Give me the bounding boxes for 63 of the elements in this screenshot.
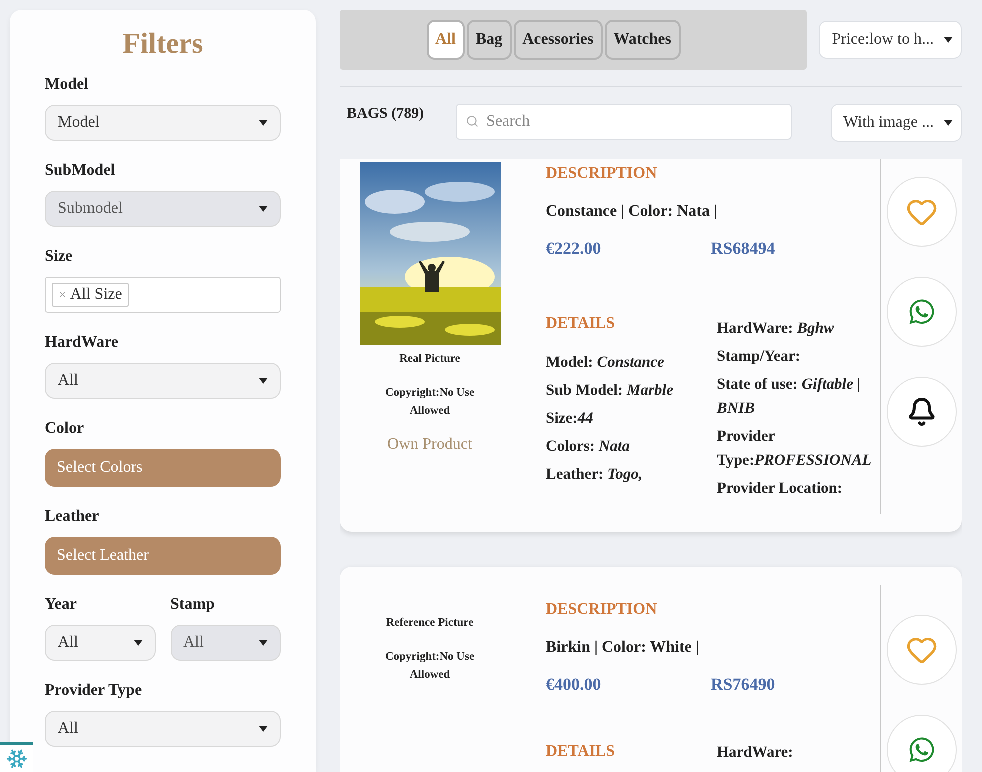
price-rs: RS68494 <box>711 239 776 259</box>
caret-icon <box>259 206 268 212</box>
category-tab[interactable]: Watches <box>604 20 680 60</box>
caret-icon <box>259 378 268 384</box>
detail-text: State of use: Giftable | BNIB <box>717 375 862 419</box>
ownership-label: Own Product <box>388 436 472 454</box>
detail-text: HardWare: Bghw <box>717 319 836 339</box>
filter-label: SubModel <box>45 161 116 181</box>
section-heading: DETAILS <box>546 315 616 333</box>
filter-label: Year <box>45 595 78 615</box>
picture-label: Reference Picture <box>385 616 475 631</box>
filter-label: HardWare <box>45 333 120 353</box>
caret-icon <box>944 37 953 43</box>
price-rs: RS76490 <box>711 675 776 695</box>
chat-bubble-icon <box>908 736 936 764</box>
detail-text: HardWare: <box>717 743 794 763</box>
detail-text: Leather: Togo, <box>546 465 644 485</box>
tag-label: All Size <box>70 286 122 304</box>
detail-text: Model: Constance <box>546 353 666 373</box>
detail-text: Colors: Nata <box>546 437 631 457</box>
filter-label: Model <box>45 75 90 95</box>
category-tab[interactable]: Bag <box>466 20 512 60</box>
select-field[interactable]: Model <box>45 105 281 141</box>
section-heading: DESCRIPTION <box>546 601 658 619</box>
section-heading: DESCRIPTION <box>546 165 658 183</box>
picture-label: Real Picture <box>398 352 462 367</box>
result-count: BAGS (789) <box>346 105 426 123</box>
filter-label: Stamp <box>170 595 216 615</box>
product-title: Birkin | Color: White | <box>546 639 700 657</box>
filter-label: Color <box>45 419 86 439</box>
filter-label: Leather <box>45 507 100 527</box>
section-heading: DETAILS <box>546 743 616 761</box>
copyright-note: Copyright:No Use Allowed <box>384 386 476 419</box>
snowflake-icon <box>6 748 28 770</box>
chat-widget[interactable] <box>0 742 33 772</box>
filter-label: Provider Type <box>45 681 144 701</box>
caret-icon <box>259 640 268 646</box>
whatsapp-button[interactable] <box>886 715 956 772</box>
detail-text: Size:44 <box>546 409 594 429</box>
filter-label: Size <box>45 247 74 267</box>
search-icon <box>466 115 479 128</box>
detail-text: Sub Model: Marble <box>546 381 674 401</box>
detail-text: Stamp/Year: <box>717 347 802 367</box>
category-tab[interactable]: All <box>426 20 465 60</box>
category-tab[interactable]: Acessories <box>514 20 603 60</box>
detail-text: Provider Type:PROFESSIONAL <box>717 427 873 471</box>
caret-icon <box>944 120 953 126</box>
product-title: Constance | Color: Nata | <box>546 203 718 221</box>
tag-field[interactable]: × All Size <box>45 277 281 313</box>
select-field[interactable]: All <box>45 625 156 661</box>
caret-icon <box>134 640 142 646</box>
image-filter-select[interactable]: With image ... <box>830 104 962 142</box>
select-field[interactable]: All <box>45 363 281 399</box>
bell-icon <box>906 397 936 427</box>
panel-title: Filters <box>122 28 204 61</box>
caret-icon <box>259 726 268 732</box>
detail-text: Provider Location: <box>717 479 844 499</box>
copyright-note: Copyright:No Use Allowed <box>384 650 476 683</box>
search-field[interactable]: Search <box>456 104 792 140</box>
sort-select[interactable]: Price:low to h... <box>819 21 962 59</box>
caret-icon <box>259 120 268 126</box>
chat-bubble-icon <box>908 298 936 326</box>
select-field[interactable]: All <box>45 711 281 747</box>
